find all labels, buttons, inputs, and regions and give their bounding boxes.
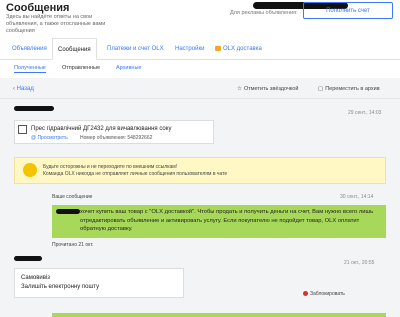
- block-button[interactable]: Заблокировать: [303, 291, 345, 297]
- subtab-sent[interactable]: Отправленные: [62, 65, 100, 71]
- my-message-date: 30 сент., 14:14: [340, 194, 374, 200]
- redacted-buyer-name: [56, 209, 80, 214]
- redacted-user-name: [14, 106, 54, 111]
- archive-label: Переместить в архив: [325, 86, 380, 92]
- reply-line-1: Самовивіз: [21, 275, 51, 281]
- warning-title: Будьте осторожны и не переходите по внеш…: [43, 164, 178, 170]
- ads-label: Для рекламы объявления:: [230, 10, 298, 16]
- block-label: Заблокировать: [310, 291, 345, 297]
- my-message-label: Ваше сообщение: [52, 194, 93, 200]
- ad-view-link[interactable]: @ Просмотреть: [31, 135, 68, 141]
- subtab-archived[interactable]: Архивные: [116, 65, 141, 71]
- tab-delivery[interactable]: OLX доставка: [215, 46, 262, 52]
- warning-text: Команда OLX никогда не отправляет личные…: [43, 171, 228, 177]
- my-message-bubble: хочет купить ваш товар с "OLX доставкой"…: [52, 205, 386, 238]
- ad-title[interactable]: Прес гідравлічний ДГ2432 для вичавлюванн…: [31, 126, 171, 132]
- main-tabs: Объявления Сообщения Платежи и счет OLX …: [0, 38, 400, 60]
- back-label: Назад: [16, 86, 34, 92]
- page-subtitle: Здесь вы найдёте ответы на свои объявлен…: [6, 14, 106, 34]
- reply-bubble: Самовивіз Залишіть електронну пошту: [14, 268, 184, 298]
- read-status: Прочитано 21 окт.: [52, 242, 94, 248]
- page-title: Сообщения: [6, 2, 70, 14]
- next-message-bubble: [52, 313, 386, 317]
- star-icon: ☆: [237, 86, 242, 92]
- my-message-text: хочет купить ваш товар с "OLX доставкой"…: [80, 209, 374, 232]
- ad-card[interactable]: Прес гідравлічний ДГ2432 для вичавлюванн…: [14, 120, 214, 144]
- back-link[interactable]: ‹ Назад: [13, 86, 34, 92]
- block-icon: [303, 291, 308, 297]
- tab-ads[interactable]: Объявления: [12, 46, 47, 52]
- tab-settings[interactable]: Настройки: [175, 46, 204, 52]
- subtab-received[interactable]: Полученные: [14, 65, 46, 73]
- topup-button[interactable]: Пополнить счет: [303, 2, 393, 19]
- tab-payments[interactable]: Платежи и счет OLX: [107, 46, 164, 52]
- redacted-sender-name: [14, 256, 42, 261]
- reply-line-2: Залишіть електронну пошту: [21, 284, 100, 290]
- reply-text: Самовивіз Залишіть електронну пошту: [21, 274, 99, 292]
- divider: [0, 98, 400, 99]
- star-label: Отметить звёздочкой: [243, 86, 299, 92]
- delivery-icon: [215, 46, 221, 51]
- tab-delivery-label: OLX доставка: [223, 46, 262, 53]
- archive-icon: ▢: [318, 86, 324, 92]
- warning-icon: [23, 163, 37, 177]
- sub-tabs: Полученные Отправленные Архивные: [0, 62, 400, 75]
- tab-messages[interactable]: Сообщения: [52, 38, 97, 60]
- archive-button[interactable]: ▢ Переместить в архив: [318, 86, 380, 92]
- ad-thumbnail: [18, 125, 27, 134]
- star-button[interactable]: ☆ Отметить звёздочкой: [237, 86, 298, 92]
- message-date: 29 сент., 14:03: [348, 110, 382, 116]
- ad-number: Номер объявления: 548292662: [80, 135, 153, 141]
- warning-banner: Будьте осторожны и не переходите по внеш…: [14, 157, 386, 184]
- reply-date: 21 окт., 20:55: [344, 260, 375, 266]
